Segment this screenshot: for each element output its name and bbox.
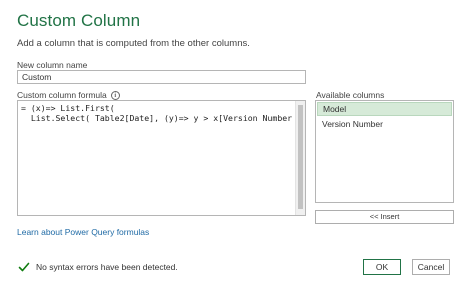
learn-power-query-link[interactable]: Learn about Power Query formulas: [17, 227, 149, 237]
new-column-name-label: New column name: [17, 60, 88, 70]
scrollbar-thumb[interactable]: [298, 105, 303, 209]
formula-scrollbar[interactable]: [295, 101, 305, 215]
dialog-title: Custom Column: [17, 11, 141, 30]
syntax-status: No syntax errors have been detected.: [18, 261, 178, 273]
available-columns-list[interactable]: Model Version Number: [315, 100, 454, 203]
cancel-button[interactable]: Cancel: [412, 259, 450, 275]
info-icon[interactable]: i: [110, 90, 120, 100]
new-column-name-input[interactable]: [17, 70, 306, 84]
custom-column-formula-label: Custom column formula i: [17, 90, 120, 100]
dialog-subtitle: Add a column that is computed from the o…: [17, 38, 250, 49]
status-text: No syntax errors have been detected.: [36, 262, 178, 272]
formula-label-text: Custom column formula: [17, 90, 107, 100]
check-icon: [18, 262, 30, 272]
available-column-item[interactable]: Version Number: [317, 117, 452, 131]
ok-button[interactable]: OK: [363, 259, 401, 275]
formula-editor[interactable]: = (x)=> List.First( List.Select( Table2[…: [17, 100, 306, 216]
available-column-item[interactable]: Model: [317, 102, 452, 116]
formula-text[interactable]: = (x)=> List.First( List.Select( Table2[…: [21, 103, 293, 213]
available-columns-label: Available columns: [316, 90, 385, 100]
custom-column-dialog: Custom Column Add a column that is compu…: [0, 0, 474, 295]
insert-button[interactable]: << Insert: [315, 210, 454, 224]
